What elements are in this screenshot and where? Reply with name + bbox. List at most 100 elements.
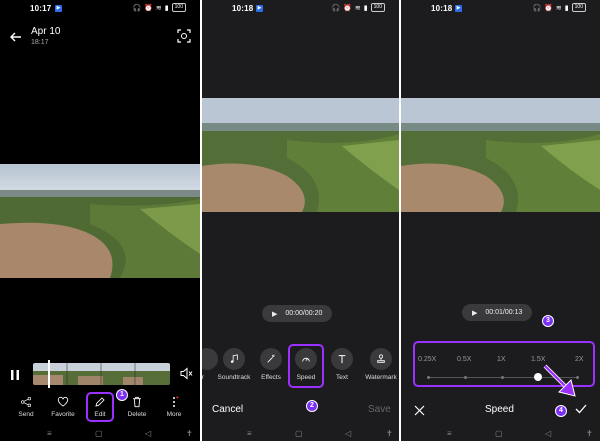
home-nav-icon[interactable]: ▢: [495, 429, 503, 438]
system-nav-bar: ≡ ▢ ◁ ✝: [202, 427, 399, 441]
speed-editor-panel: 10:18 ▶ 🎧 ⏰ ≋ ▮ 100 ▶ 00:01/00:13 3 0.25…: [401, 0, 600, 441]
video-preview[interactable]: [0, 164, 200, 278]
music-note-icon: [223, 348, 245, 370]
app-notification-icon: ▶: [55, 5, 62, 12]
tool-text[interactable]: Text: [330, 348, 354, 381]
system-nav-bar: ≡ ▢ ◁ ✝: [401, 427, 600, 441]
pause-button[interactable]: [9, 368, 21, 380]
photo-time: 18:17: [31, 39, 49, 46]
video-preview[interactable]: [401, 98, 600, 212]
playback-control[interactable]: ▶ 00:01/00:13: [462, 304, 533, 321]
accessibility-icon[interactable]: ✝: [386, 429, 393, 438]
step-callout-3: 3: [542, 315, 554, 327]
app-notification-icon: ▶: [256, 5, 263, 12]
tool-partial-label: r: [202, 374, 205, 381]
video-editor-panel: 10:18 ▶ 🎧 ⏰ ≋ ▮ 100 ▶ 00:00/00:20 r Soun…: [202, 0, 399, 441]
save-button[interactable]: Save: [368, 404, 391, 415]
tool-soundtrack[interactable]: Soundtrack: [216, 348, 252, 381]
volume-mute-icon: [180, 367, 193, 380]
status-time: 10:18: [232, 4, 254, 13]
speed-title: Speed: [485, 404, 514, 415]
status-time: 10:18: [431, 4, 453, 13]
status-bar: 10:18 ▶ 🎧 ⏰ ≋ ▮ 100: [401, 0, 600, 17]
step-callout-2: 2: [306, 400, 318, 412]
headphones-icon: 🎧: [331, 4, 341, 12]
alarm-icon: ⏰: [544, 4, 553, 12]
cancel-button[interactable]: Cancel: [212, 404, 243, 415]
accessibility-icon[interactable]: ✝: [186, 429, 193, 438]
accessibility-icon[interactable]: ✝: [586, 429, 593, 438]
pause-icon: [11, 370, 19, 380]
close-button[interactable]: [414, 403, 425, 416]
battery-indicator: 100: [171, 3, 186, 12]
magic-wand-icon: [260, 348, 282, 370]
scan-icon: [177, 29, 191, 43]
menu-nav-icon[interactable]: ≡: [47, 429, 52, 438]
playhead[interactable]: [48, 360, 50, 388]
stamp-icon: [370, 348, 392, 370]
gallery-viewer-panel: 10:17 ▶ 🎧 ⏰ ≋ ▮ 100 Apr 10 18:17 Send Fa…: [0, 0, 200, 441]
playback-time: 00:01/00:13: [485, 309, 523, 316]
speed-arrow-annotation: [541, 362, 581, 400]
trash-icon: [133, 396, 141, 408]
battery-indicator: 100: [571, 3, 586, 12]
status-icons: 🎧 ⏰ ≋ ▮ 100: [532, 3, 586, 12]
signal-icon: ▮: [564, 4, 569, 12]
share-icon: [21, 397, 31, 407]
signal-icon: ▮: [164, 4, 169, 12]
more-vertical-icon: [173, 396, 179, 407]
tool-text-label: Text: [336, 374, 348, 381]
tool-effects[interactable]: Effects: [257, 348, 285, 381]
confirm-button[interactable]: [575, 402, 587, 414]
tool-watermark-label: Watermark: [365, 374, 397, 381]
status-icons: 🎧 ⏰ ≋ ▮ 100: [132, 3, 186, 12]
back-nav-icon[interactable]: ◁: [545, 429, 551, 438]
checkmark-icon: [575, 404, 587, 414]
app-notification-icon: ▶: [455, 5, 462, 12]
menu-nav-icon[interactable]: ≡: [247, 429, 252, 438]
system-nav-bar: ≡ ▢ ◁ ✝: [0, 427, 200, 441]
screenshot-scan-button[interactable]: [177, 29, 191, 43]
tool-soundtrack-label: Soundtrack: [217, 374, 251, 381]
mute-button[interactable]: [180, 367, 193, 380]
favorite-label: Favorite: [51, 411, 75, 418]
back-nav-icon[interactable]: ◁: [145, 429, 151, 438]
text-icon: [331, 348, 353, 370]
timeline-filmstrip[interactable]: [33, 363, 170, 385]
send-button[interactable]: Send: [14, 396, 38, 418]
menu-nav-icon[interactable]: ≡: [447, 429, 452, 438]
play-icon[interactable]: ▶: [272, 310, 277, 318]
wifi-icon: ≋: [555, 4, 562, 12]
play-icon[interactable]: ▶: [472, 309, 477, 317]
delete-label: Delete: [127, 411, 147, 418]
status-bar: 10:18 ▶ 🎧 ⏰ ≋ ▮ 100: [202, 0, 399, 17]
edit-highlight: [86, 392, 114, 422]
home-nav-icon[interactable]: ▢: [95, 429, 103, 438]
photo-date: Apr 10: [31, 26, 61, 37]
close-icon: [414, 405, 425, 416]
send-label: Send: [18, 411, 34, 418]
tool-partial[interactable]: r: [202, 348, 218, 381]
tool-watermark[interactable]: Watermark: [363, 348, 399, 381]
home-nav-icon[interactable]: ▢: [295, 429, 303, 438]
more-button[interactable]: More: [163, 396, 185, 418]
heart-icon: [57, 396, 69, 407]
step-callout-1: 1: [116, 389, 128, 401]
wifi-icon: ≋: [155, 4, 162, 12]
status-bar: 10:17 ▶ 🎧 ⏰ ≋ ▮ 100: [0, 0, 200, 17]
headphones-icon: 🎧: [132, 4, 142, 12]
playback-control[interactable]: ▶ 00:00/00:20: [262, 305, 333, 322]
headphones-icon: 🎧: [532, 4, 542, 12]
playback-time: 00:00/00:20: [285, 310, 323, 317]
back-nav-icon[interactable]: ◁: [345, 429, 351, 438]
status-time: 10:17: [30, 4, 52, 13]
more-label: More: [166, 411, 182, 418]
favorite-button[interactable]: Favorite: [50, 396, 76, 418]
back-button[interactable]: [9, 30, 23, 44]
alarm-icon: ⏰: [343, 4, 352, 12]
signal-icon: ▮: [363, 4, 368, 12]
wifi-icon: ≋: [354, 4, 361, 12]
video-preview[interactable]: [202, 98, 399, 212]
delete-button[interactable]: Delete: [125, 396, 149, 418]
speed-highlight: [288, 344, 324, 388]
